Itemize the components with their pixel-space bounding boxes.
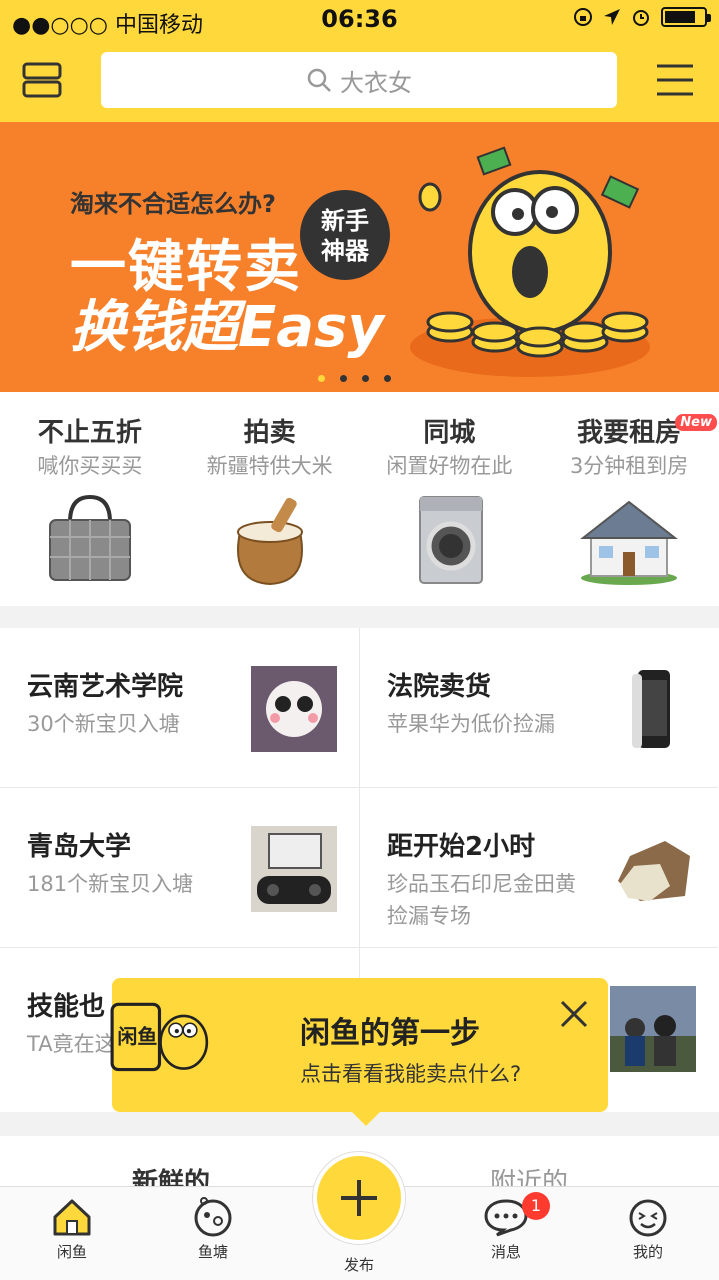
card-title: 技能也 bbox=[27, 992, 106, 1022]
tooltip-title: 闲鱼的第一步 bbox=[300, 1016, 480, 1051]
card-subtitle: 181个新宝贝入塘 bbox=[27, 872, 194, 896]
pond-icon bbox=[194, 1197, 232, 1237]
category-title: 拍卖 bbox=[243, 418, 296, 448]
rotation-lock-icon bbox=[574, 8, 592, 26]
close-icon[interactable] bbox=[558, 998, 590, 1030]
washing-machine-icon bbox=[418, 496, 483, 584]
category-subtitle: 喊你买买买 bbox=[37, 454, 143, 478]
svg-text:闲鱼: 闲鱼 bbox=[117, 1024, 157, 1048]
status-icons bbox=[573, 7, 711, 27]
card-title: 青岛大学 bbox=[27, 832, 132, 862]
banner-headline-2: 换钱超Easy bbox=[70, 295, 384, 360]
carousel-dot[interactable] bbox=[384, 375, 391, 382]
smartphone-thumbnail bbox=[632, 670, 670, 748]
carousel-indicator[interactable] bbox=[318, 375, 391, 382]
category-title: 同城 bbox=[423, 418, 476, 448]
onboarding-tooltip[interactable]: 闲鱼 闲鱼的第一步 点击看看我能卖点什么? bbox=[110, 978, 608, 1126]
card-title: 法院卖货 bbox=[387, 672, 492, 702]
menu-icon[interactable] bbox=[655, 62, 695, 98]
gamepad-thumbnail bbox=[251, 826, 337, 912]
scan-icon[interactable] bbox=[22, 62, 62, 98]
card-subtitle: 苹果华为低价捡漏 bbox=[387, 712, 555, 736]
plus-icon bbox=[341, 1180, 377, 1216]
carousel-dot[interactable] bbox=[362, 375, 369, 382]
nav-label: 鱼塘 bbox=[197, 1243, 228, 1261]
grid-card[interactable]: 青岛大学 181个新宝贝入塘 bbox=[0, 788, 359, 948]
category-auction[interactable]: 拍卖 新疆特供大米 bbox=[180, 392, 360, 606]
category-subtitle: 新疆特供大米 bbox=[206, 454, 333, 478]
category-discount[interactable]: 不止五折 喊你买买买 bbox=[0, 392, 180, 606]
publish-button[interactable] bbox=[313, 1152, 405, 1244]
grid-card[interactable]: 法院卖货 苹果华为低价捡漏 bbox=[359, 628, 718, 788]
nav-pond[interactable]: 鱼塘 bbox=[168, 1197, 258, 1262]
card-subtitle: 珍品玉石印尼金田黄捡漏专场 bbox=[387, 872, 576, 928]
house-icon bbox=[580, 500, 679, 585]
grid-card[interactable]: 云南艺术学院 30个新宝贝入塘 bbox=[0, 628, 359, 788]
handbag-icon bbox=[49, 494, 131, 581]
jade-stone-thumbnail bbox=[618, 841, 690, 901]
status-bar: ●●○○○ 中国移动 06:36 bbox=[0, 0, 719, 40]
card-title: 云南艺术学院 bbox=[27, 672, 184, 702]
panda-toy-thumbnail bbox=[251, 666, 337, 752]
mascot-with-coins-illustration bbox=[410, 146, 650, 377]
category-subtitle: 3分钟租到房 bbox=[569, 454, 689, 478]
location-icon bbox=[604, 9, 620, 25]
category-row: 不止五折 喊你买买买 拍卖 新疆特供大米 同城 闲置好物在此 我要租房 New … bbox=[0, 392, 719, 606]
promo-banner[interactable]: 淘来不合适怎么办? 一键转卖 换钱超Easy 新手神器 bbox=[0, 122, 719, 392]
category-local[interactable]: 同城 闲置好物在此 bbox=[360, 392, 540, 606]
xianyu-mascot-logo: 闲鱼 bbox=[110, 1002, 209, 1072]
banner-badge-text: 新手神器 bbox=[321, 207, 369, 265]
nav-label: 我的 bbox=[632, 1243, 663, 1261]
top-bar: ●●○○○ 中国移动 06:36 大衣女 bbox=[0, 0, 719, 122]
category-title: 不止五折 bbox=[37, 418, 142, 448]
category-subtitle: 闲置好物在此 bbox=[386, 454, 513, 478]
nav-mine[interactable]: 我的 bbox=[603, 1197, 693, 1262]
grid-card[interactable]: 距开始2小时 珍品玉石印尼金田黄捡漏专场 bbox=[359, 788, 718, 948]
alarm-icon bbox=[633, 10, 649, 26]
profile-face-icon bbox=[629, 1199, 667, 1237]
search-icon bbox=[307, 68, 331, 92]
new-badge: New bbox=[675, 414, 717, 431]
nav-label: 闲鱼 bbox=[56, 1243, 87, 1261]
home-icon bbox=[53, 1199, 91, 1236]
card-subtitle: 30个新宝贝入塘 bbox=[27, 712, 180, 736]
search-input[interactable]: 大衣女 bbox=[101, 52, 617, 108]
unread-badge: 1 bbox=[522, 1192, 550, 1220]
nav-label: 消息 bbox=[490, 1243, 521, 1261]
banner-question: 淘来不合适怎么办? bbox=[70, 190, 276, 218]
publish-label: 发布 bbox=[343, 1256, 374, 1274]
category-rent[interactable]: 我要租房 New 3分钟租到房 bbox=[539, 392, 719, 606]
carousel-dot[interactable] bbox=[340, 375, 347, 382]
carousel-dot[interactable] bbox=[318, 375, 325, 382]
tooltip-subtitle: 点击看看我能卖点什么? bbox=[300, 1062, 522, 1086]
card-title: 距开始2小时 bbox=[387, 832, 536, 862]
battery-icon bbox=[661, 7, 711, 27]
people-photo-thumbnail bbox=[610, 986, 696, 1072]
rice-sack-icon bbox=[236, 497, 303, 586]
banner-badge: 新手神器 bbox=[300, 190, 390, 280]
nav-home[interactable]: 闲鱼 bbox=[27, 1197, 117, 1262]
search-placeholder: 大衣女 bbox=[340, 68, 412, 97]
